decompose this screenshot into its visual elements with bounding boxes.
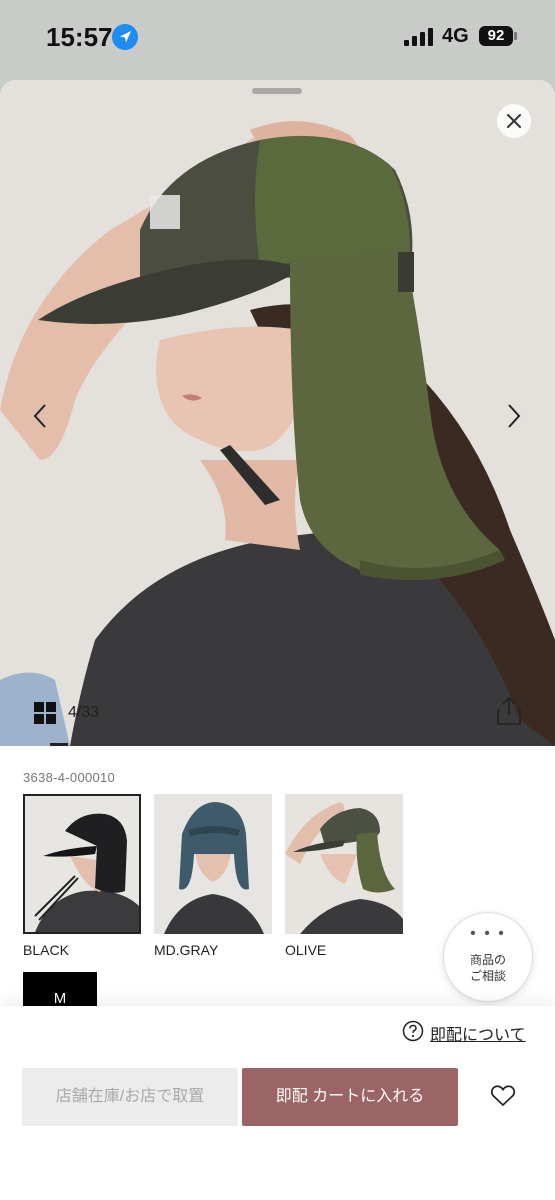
bottom-action-bar: 即配について 店舗在庫/お店で取置 即配 カートに入れる	[0, 1006, 555, 1200]
share-icon[interactable]	[496, 696, 522, 726]
olive-cap-thumbnail	[285, 802, 403, 934]
black-cap-thumbnail	[34, 813, 139, 932]
location-arrow-icon	[112, 24, 138, 50]
consult-label-line1: 商品の	[469, 953, 506, 967]
grid-icon[interactable]	[34, 702, 56, 724]
product-photo	[0, 80, 555, 746]
color-label-black: BLACK	[23, 942, 69, 958]
consult-label-line2: ご相談	[469, 969, 506, 983]
sheet-grab-handle[interactable]	[252, 88, 302, 94]
product-code: 3638-4-000010	[23, 770, 116, 785]
color-label-olive: OLIVE	[285, 942, 327, 958]
store-stock-button[interactable]: 店舗在庫/お店で取置	[22, 1068, 238, 1126]
close-button[interactable]	[497, 104, 531, 138]
question-circle-icon	[402, 1020, 424, 1042]
network-type: 4G	[442, 25, 469, 47]
product-consult-button[interactable]: • • • 商品の ご相談	[443, 912, 533, 1002]
color-swatch-black[interactable]	[23, 794, 141, 934]
battery-icon: 92	[479, 26, 513, 46]
status-bar: 15:57 4G 92	[0, 0, 555, 80]
add-to-cart-button[interactable]: 即配 カートに入れる	[242, 1068, 458, 1126]
more-dots-icon: • • •	[470, 925, 506, 942]
color-swatch-md-gray[interactable]	[154, 794, 272, 934]
signal-icon	[404, 28, 433, 46]
battery-cap	[514, 32, 517, 40]
close-icon	[507, 114, 521, 128]
color-label-md-gray: MD.GRAY	[154, 942, 219, 958]
color-swatch-olive[interactable]	[285, 794, 403, 934]
gray-cap-thumbnail	[164, 802, 264, 934]
chevron-right-icon[interactable]	[504, 402, 524, 430]
status-time: 15:57	[46, 22, 113, 52]
image-counter: 4/33	[68, 704, 100, 721]
delivery-link-text: 即配について	[430, 1027, 526, 1044]
chevron-left-icon[interactable]	[30, 402, 50, 430]
product-sheet: 4/33 3638-4-000010 BLACK MD.GRAY OLIVE •…	[0, 80, 555, 1200]
heart-icon[interactable]	[490, 1084, 516, 1108]
page-indicator	[50, 743, 68, 746]
product-image-carousel[interactable]: 4/33	[0, 80, 555, 746]
